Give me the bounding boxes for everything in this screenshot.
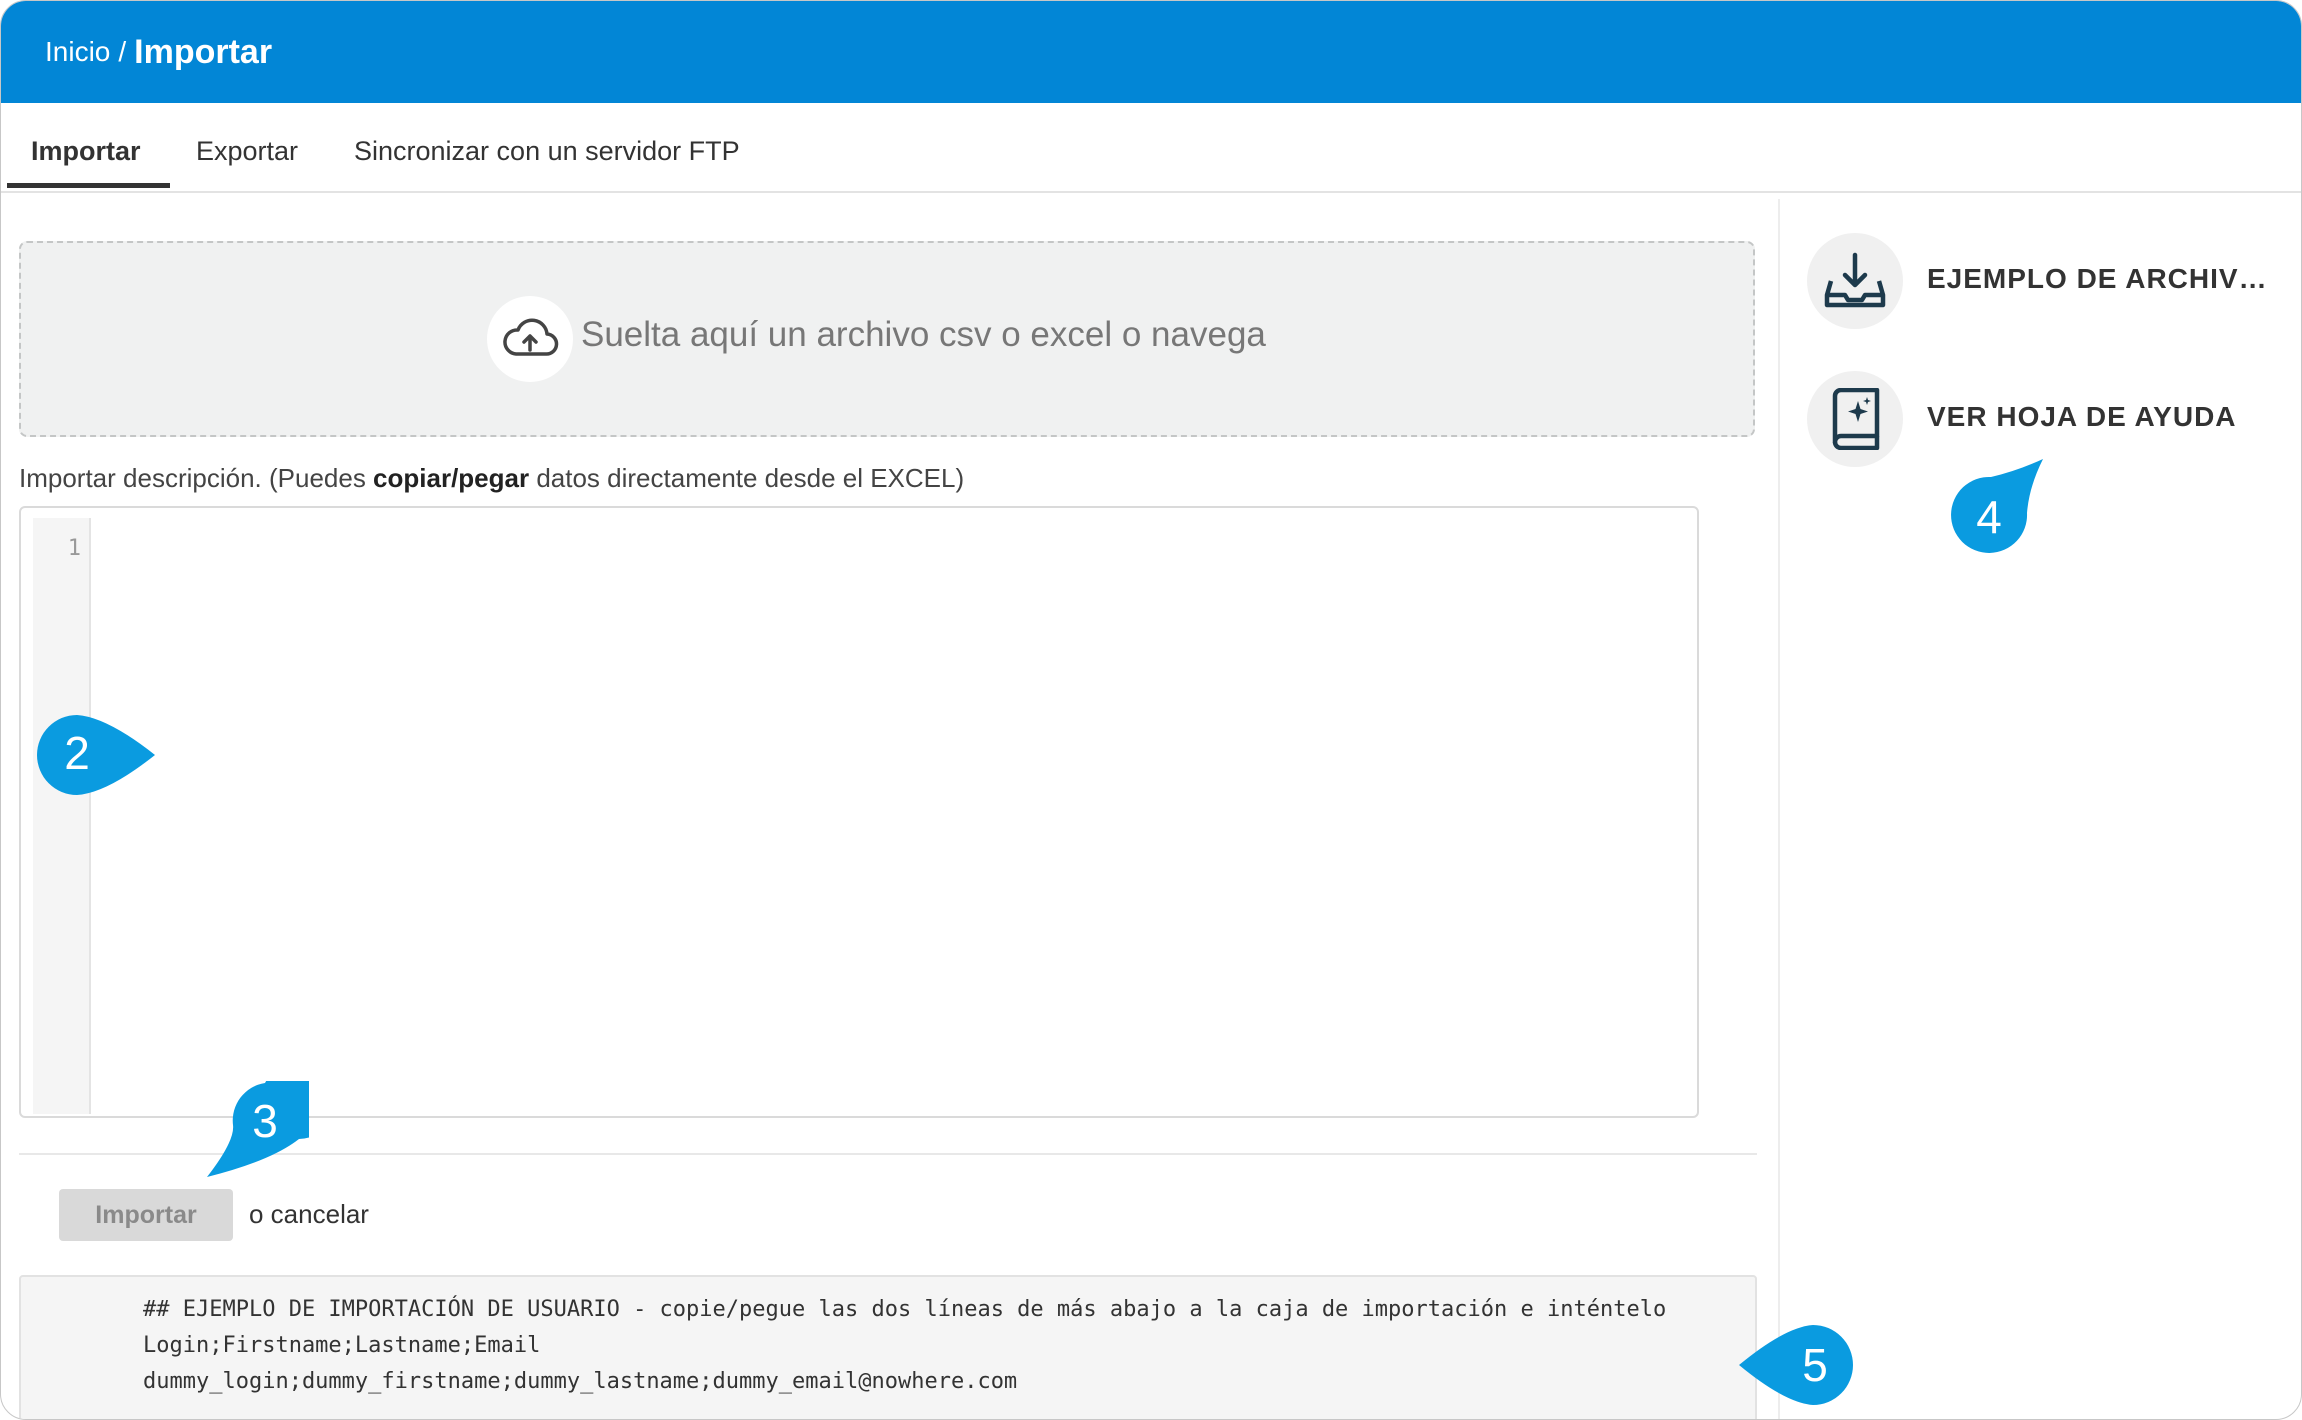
example-line-header: Login;Firstname;Lastname;Email [143,1333,541,1358]
marker-2-label: 2 [64,727,90,779]
file-dropzone[interactable]: Suelta aquí un archivo csv o excel o nav… [19,241,1755,437]
tab-importar[interactable]: Importar [31,103,141,193]
editor-gutter: 1 [33,518,91,1114]
example-code-block: ## EJEMPLO DE IMPORTACIÓN DE USUARIO - c… [19,1275,1757,1419]
example-line-comment: ## EJEMPLO DE IMPORTACIÓN DE USUARIO - c… [143,1297,1667,1322]
import-editor[interactable]: 1 [19,506,1699,1118]
example-file-label: EJEMPLO DE ARCHIVO E... [1927,263,2277,294]
description-suffix: datos directamente desde el EXCEL) [529,463,965,493]
callout-marker-3: 3 [207,1081,309,1177]
callout-marker-4: 4 [1951,459,2043,553]
description-prefix: Importar descripción. (Puedes [19,463,374,493]
sidebar-divider [1778,199,1780,1419]
marker-4-label: 4 [1976,491,2002,543]
callout-marker-5: 5 [1739,1325,1853,1405]
tab-bar: Importar Exportar Sincronizar con un ser… [1,103,2301,193]
example-line-data: dummy_login;dummy_firstname;dummy_lastna… [143,1369,1018,1394]
help-book-icon [1807,371,1903,467]
breadcrumb-separator: / [118,36,127,67]
help-sheet-label: VER HOJA DE AYUDA [1927,401,2237,432]
import-description-label: Importar descripción. (Puedes copiar/peg… [19,463,964,494]
line-number: 1 [67,536,81,561]
marker-3-label: 3 [252,1095,278,1147]
cancel-link[interactable]: o cancelar [249,1199,369,1230]
tab-exportar[interactable]: Exportar [196,103,298,193]
breadcrumb-home-link[interactable]: Inicio [45,36,110,68]
example-file-button[interactable]: EJEMPLO DE ARCHIVO E... [1807,233,2277,329]
description-bold: copiar/pegar [373,463,530,493]
dropzone-text: Suelta aquí un archivo csv o excel o nav… [581,315,1266,354]
callout-marker-2: 2 [37,715,155,795]
cloud-upload-icon [487,296,573,382]
tab-sincronizar-ftp[interactable]: Sincronizar con un servidor FTP [354,103,740,193]
page-title: Importar [134,32,273,71]
import-page: Inicio / Importar Importar Exportar Sinc… [0,0,2302,1420]
import-button[interactable]: Importar [59,1189,233,1241]
download-tray-icon [1807,233,1903,329]
header-bar: Inicio / Importar [1,1,2301,103]
active-tab-indicator [7,183,170,188]
marker-5-label: 5 [1802,1339,1828,1391]
